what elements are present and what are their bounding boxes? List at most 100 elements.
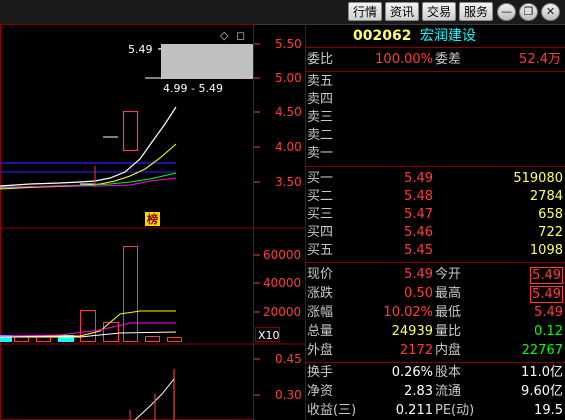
fundamental-label: 净资	[307, 384, 334, 399]
order-ratio-row: 委比 100.00% 委差 52.4万	[305, 51, 565, 69]
ask-row: 卖三	[305, 109, 565, 127]
stock-header: 002062 宏润建设	[353, 26, 476, 46]
quote-value: 10.02%	[383, 305, 433, 320]
volume-panel: 60000 40000 20000 X10	[0, 246, 301, 342]
quote-value: 0.12	[534, 324, 563, 339]
quote-label: 现价	[307, 267, 334, 282]
indicator-y-axis: 0.45 0.30	[254, 352, 302, 402]
chart-settings-icon[interactable]: ◻	[236, 29, 245, 42]
order-ratio-value: 100.00%	[375, 52, 433, 67]
fundamental-label: PE(动)	[435, 403, 475, 418]
quote-label: 涨幅	[307, 305, 334, 320]
fundamental-value: 0.26%	[391, 365, 433, 380]
y-tick: 5.50	[275, 37, 302, 51]
quote-value: 5.49	[530, 286, 563, 303]
fundamental-label: 流通	[435, 384, 462, 399]
fundamental-value: 2.83	[404, 384, 433, 399]
top-toolbar: 行情 资讯 交易 服务 — ❐ ✕	[0, 0, 565, 25]
y-tick: 5.00	[275, 71, 302, 85]
volume-bar	[103, 322, 119, 342]
fundamental-value: 19.5	[534, 403, 563, 418]
ma5-line	[0, 106, 177, 187]
separator	[305, 71, 565, 72]
quote-label: 最低	[435, 305, 462, 320]
kline-panel: ◇ ◻ 5.49 4.99 - 5.49 榜 5.50 5.00 4.50 4.…	[0, 29, 302, 226]
bid-price: 5.48	[404, 189, 433, 204]
quote-label: 最高	[435, 286, 462, 301]
ask-label: 卖一	[307, 146, 334, 161]
quote-label: 量比	[435, 324, 462, 339]
quote-label: 总量	[307, 324, 334, 339]
fundamental-row: 收益(三) 0.211 PE(动) 19.5	[305, 402, 565, 420]
ask-label: 卖二	[307, 128, 334, 143]
order-diff-label: 委差	[435, 52, 462, 67]
separator	[305, 166, 565, 167]
separator	[305, 262, 565, 263]
bid-row[interactable]: 买四 5.46 722	[305, 224, 565, 242]
bid-label: 买五	[307, 243, 334, 258]
candle	[122, 110, 139, 152]
bid-row[interactable]: 买一 5.49 519080	[305, 170, 565, 188]
restore-icon[interactable]: ❐	[519, 3, 538, 21]
volume-y-axis: 60000 40000 20000 X10	[254, 248, 301, 342]
ma10-line	[0, 143, 177, 190]
quote-label: 外盘	[307, 343, 334, 358]
ask-row: 卖四	[305, 91, 565, 109]
quote-row: 涨跌 0.50 最高 5.49	[305, 285, 565, 303]
tab-trade[interactable]: 交易	[422, 2, 456, 21]
price-range-label: 4.99 - 5.49	[163, 82, 223, 95]
ask-row: 卖五	[305, 73, 565, 91]
tab-news[interactable]: 资讯	[385, 2, 419, 21]
ask-label: 卖三	[307, 110, 334, 125]
ask-label: 卖五	[307, 74, 334, 89]
bid-row[interactable]: 买三 5.47 658	[305, 206, 565, 224]
current-price-label: 5.49	[128, 43, 153, 56]
bid-volume: 519080	[513, 171, 563, 186]
y-tick: 3.50	[275, 175, 302, 189]
fundamental-value: 0.211	[395, 403, 433, 418]
ask-row: 卖一	[305, 145, 565, 163]
fundamental-row: 净资 2.83 流通 9.60亿	[305, 383, 565, 401]
ranking-badge-label: 榜	[147, 212, 158, 226]
bid-price: 5.45	[404, 243, 433, 258]
fundamental-label: 收益(三)	[307, 403, 357, 418]
volume-bar	[123, 246, 138, 342]
bid-volume: 722	[538, 225, 563, 240]
y-tick: 40000	[263, 276, 301, 290]
order-ratio-label: 委比	[307, 52, 334, 67]
kline-y-axis: 5.50 5.00 4.50 4.00 3.50	[254, 37, 302, 189]
quote-row: 涨幅 10.02% 最低 5.49	[305, 304, 565, 322]
y-tick: 20000	[263, 305, 301, 319]
quote-value: 22767	[521, 343, 563, 358]
fundamental-row: 换手 0.26% 股本 11.0亿	[305, 364, 565, 382]
bid-row[interactable]: 买五 5.45 1098	[305, 242, 565, 260]
ask-label: 卖四	[307, 92, 334, 107]
volume-bar	[167, 337, 182, 342]
fundamental-value: 9.60亿	[521, 384, 563, 399]
bid-label: 买三	[307, 207, 334, 222]
quote-label: 今开	[435, 267, 462, 282]
volume-unit: X10	[258, 329, 280, 342]
close-icon[interactable]: ✕	[541, 3, 560, 21]
ask-row: 卖二	[305, 127, 565, 145]
tab-service[interactable]: 服务	[459, 2, 493, 21]
bid-row[interactable]: 买二 5.48 2784	[305, 188, 565, 206]
price-range-box	[161, 44, 253, 79]
y-tick: 60000	[263, 248, 301, 262]
stock-code: 002062	[353, 28, 412, 44]
quote-label: 内盘	[435, 343, 462, 358]
y-tick: 0.30	[275, 388, 302, 402]
chart-area: ◇ ◻ 5.49 4.99 - 5.49 榜 5.50 5.00 4.50 4.…	[0, 24, 305, 420]
diamond-icon[interactable]: ◇	[220, 29, 229, 42]
stock-name: 宏润建设	[419, 28, 476, 44]
separator	[305, 47, 565, 48]
bid-price: 5.46	[404, 225, 433, 240]
fundamental-value: 11.0亿	[521, 365, 563, 380]
tab-market[interactable]: 行情	[348, 2, 382, 21]
bid-volume: 2784	[529, 189, 563, 204]
quote-row: 现价 5.49 今开 5.49	[305, 266, 565, 284]
quote-row: 外盘 2172 内盘 22767	[305, 342, 565, 360]
indicator-panel: 0.45 0.30	[129, 352, 302, 420]
volume-bar	[145, 336, 160, 342]
minimize-icon[interactable]: —	[497, 3, 516, 21]
